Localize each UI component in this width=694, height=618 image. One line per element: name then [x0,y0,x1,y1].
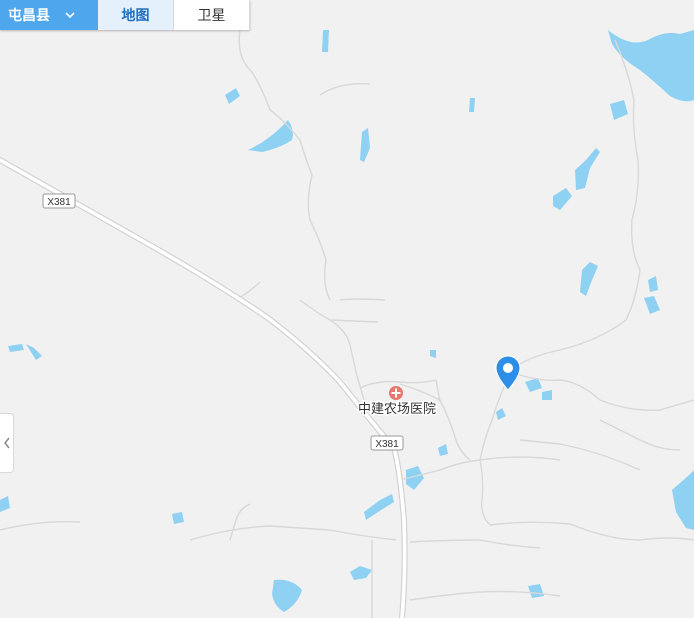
pond [322,30,329,52]
tab-satellite[interactable]: 卫星 [174,0,250,30]
hospital-icon [389,386,403,400]
tab-map-label: 地图 [121,7,150,23]
region-selector[interactable]: 屯昌县 [0,0,98,30]
road-shield-label: X381 [47,197,71,208]
road-shield-1: X381 [42,193,76,209]
pond [172,512,184,524]
map-toolbar: 屯昌县 地图 卫星 [0,0,250,30]
chevron-left-icon [3,437,10,449]
region-name: 屯昌县 [8,7,50,23]
pond [469,98,475,112]
tab-satellite-label: 卫星 [197,7,226,23]
map-canvas[interactable]: X381 X381 中建农场医院 [0,0,694,618]
road-shield-2: X381 [370,435,404,451]
panel-toggle-button[interactable] [0,413,14,473]
chevron-down-icon [65,12,75,19]
tab-map[interactable]: 地图 [98,0,174,30]
road-shield-label: X381 [375,439,399,450]
poi-label: 中建农场医院 [358,401,436,416]
